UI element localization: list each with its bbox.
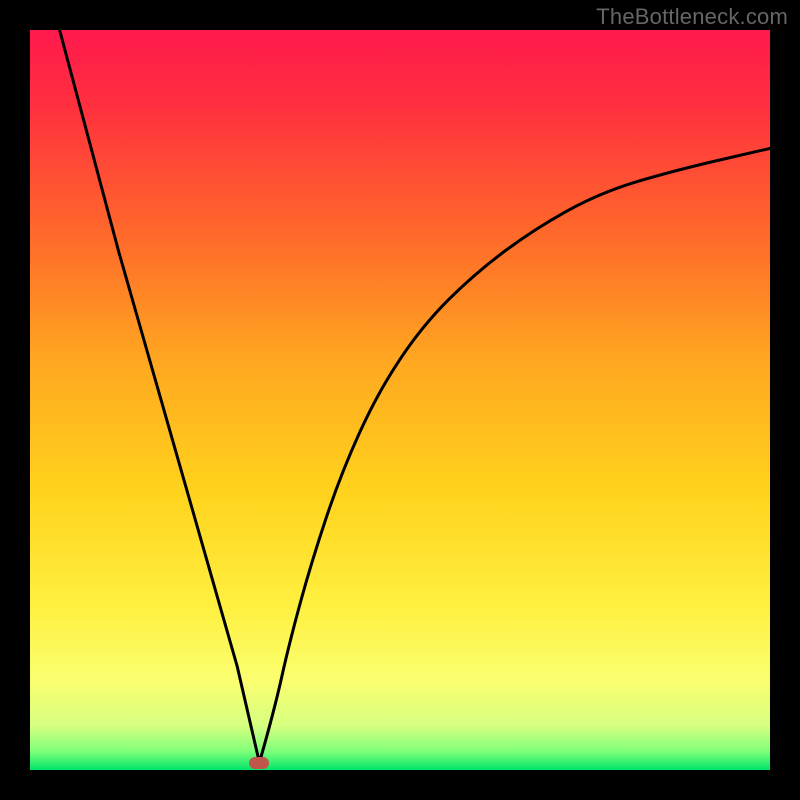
curve-left-branch xyxy=(60,30,260,763)
curve-right-branch xyxy=(259,148,770,762)
plot-area xyxy=(30,30,770,770)
chart-frame: TheBottleneck.com xyxy=(0,0,800,800)
watermark-text: TheBottleneck.com xyxy=(596,4,788,30)
bottleneck-curve xyxy=(30,30,770,770)
minimum-marker xyxy=(249,757,269,769)
